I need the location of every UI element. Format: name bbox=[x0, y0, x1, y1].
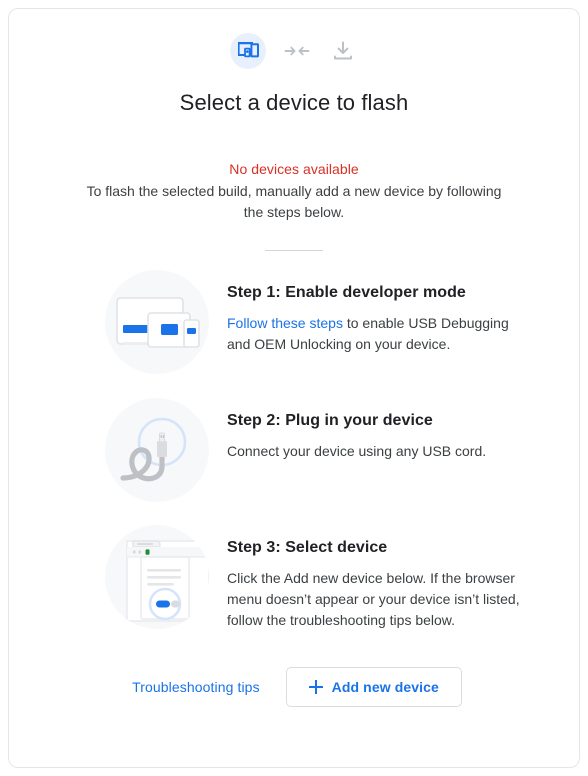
troubleshooting-tips-link[interactable]: Troubleshooting tips bbox=[126, 671, 266, 703]
step-text: Step 2: Plug in your device Connect your… bbox=[209, 398, 523, 462]
step-body: Connect your device using any USB cord. bbox=[227, 443, 487, 459]
device-flash-card: Select a device to flash No devices avai… bbox=[8, 8, 580, 768]
usb-cable-illustration bbox=[105, 398, 209, 502]
step-title: Step 3: Select device bbox=[227, 539, 388, 556]
steps-list: Step 1: Enable developer mode Follow the… bbox=[9, 270, 579, 631]
footer-actions: Troubleshooting tips Add new device bbox=[9, 667, 579, 707]
step-title: Step 2: Plug in your device bbox=[227, 412, 433, 429]
status-description: To flash the selected build, manually ad… bbox=[86, 183, 502, 220]
page-title: Select a device to flash bbox=[179, 90, 409, 115]
plus-icon bbox=[308, 680, 323, 694]
no-devices-status: No devices available bbox=[229, 161, 359, 177]
step-body: Follow these steps to enable USB Debuggi… bbox=[227, 313, 523, 355]
devices-icon bbox=[230, 33, 266, 69]
step-title: Step 1: Enable developer mode bbox=[227, 284, 466, 301]
step-text: Step 1: Enable developer mode Follow the… bbox=[209, 270, 523, 355]
page-root: Select a device to flash No devices avai… bbox=[0, 0, 588, 776]
list-item: Step 2: Plug in your device Connect your… bbox=[9, 398, 579, 502]
step-body: Click the Add new device below. If the b… bbox=[227, 570, 520, 628]
add-new-device-label: Add new device bbox=[331, 679, 439, 695]
devices-illustration bbox=[105, 270, 209, 374]
compress-arrows-icon bbox=[282, 36, 312, 66]
list-item: Step 3: Select device Click the Add new … bbox=[9, 525, 579, 631]
header-icon-row bbox=[9, 9, 579, 69]
step-text: Step 3: Select device Click the Add new … bbox=[209, 525, 523, 631]
follow-these-steps-link[interactable]: Follow these steps bbox=[227, 315, 343, 331]
add-new-device-button[interactable]: Add new device bbox=[285, 667, 462, 707]
list-item: Step 1: Enable developer mode Follow the… bbox=[9, 270, 579, 374]
download-icon bbox=[328, 36, 358, 66]
browser-menu-illustration bbox=[105, 525, 209, 629]
divider bbox=[265, 250, 323, 251]
